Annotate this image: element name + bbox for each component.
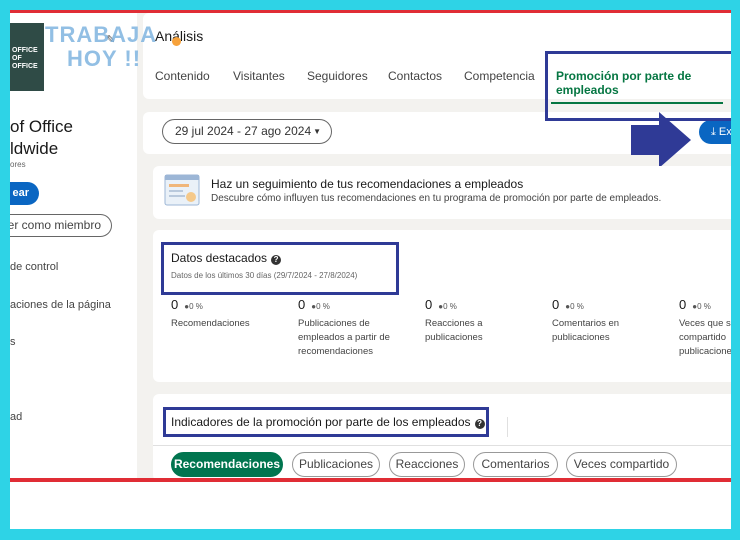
- sidebar-item-3[interactable]: s: [10, 336, 16, 348]
- metric-comments: 0 ●0 % Comentarios en publicaciones: [552, 296, 652, 345]
- company-name-line-2: ldwide: [10, 139, 59, 158]
- page-content: OFFICE OF OFFICE of Office ldwide ores e…: [10, 13, 731, 478]
- metric-recommendations: 0 ●0 % Recomendaciones: [171, 296, 291, 331]
- create-button[interactable]: ear: [10, 182, 39, 205]
- metric-change: ●0 %: [565, 302, 584, 311]
- tab-contactos[interactable]: Contactos: [388, 69, 442, 83]
- company-logo[interactable]: OFFICE OF OFFICE: [10, 23, 44, 91]
- tab-competencia[interactable]: Competencia: [464, 69, 535, 83]
- divider: [507, 417, 508, 437]
- metric-employee-posts: 0 ●0 % Publicaciones de empleados a parti…: [298, 296, 398, 359]
- export-label: Exp: [718, 126, 731, 138]
- metric-label: Recomendaciones: [171, 318, 250, 329]
- pill-shares[interactable]: Veces compartido: [566, 452, 677, 477]
- info-title: Haz un seguimiento de tus recomendacione…: [211, 177, 524, 191]
- date-range-value: 29 jul 2024 - 27 ago 2024: [175, 124, 312, 138]
- logo-text-1: OFFICE: [12, 47, 38, 54]
- metric-value: 0: [171, 297, 179, 312]
- sidebar-item-dashboard[interactable]: de control: [10, 261, 58, 273]
- watermark-dot: [172, 37, 181, 46]
- sidebar-item-page-publications[interactable]: aciones de la página: [10, 299, 111, 311]
- watermark-logo: TRABAJA HOY !!: [45, 22, 185, 71]
- metric-label: Veces que se compartido publicaciones: [679, 318, 731, 357]
- logo-text-3: OFFICE: [12, 63, 38, 70]
- metric-value: 0: [425, 297, 433, 312]
- annotation-box-indicators: [163, 407, 489, 437]
- download-icon: ⤓: [711, 126, 719, 138]
- logo-text-2: OF: [12, 55, 22, 62]
- metric-shares: 0 ●0 % Veces que se compartido publicacio…: [679, 296, 731, 359]
- pill-reactions[interactable]: Reacciones: [389, 452, 465, 477]
- metric-reactions: 0 ●0 % Reacciones a publicaciones: [425, 296, 525, 345]
- metric-value: 0: [298, 297, 306, 312]
- metric-change: ●0 %: [311, 302, 330, 311]
- pill-comments[interactable]: Comentarios: [473, 452, 558, 477]
- divider: [153, 445, 731, 446]
- left-sidebar: OFFICE OF OFFICE of Office ldwide ores e…: [10, 13, 137, 478]
- tab-seguidores[interactable]: Seguidores: [307, 69, 368, 83]
- view-as-member-button[interactable]: er como miembro: [10, 214, 112, 237]
- info-subtitle: Descubre cómo influyen tus recomendacion…: [211, 193, 662, 204]
- annotation-box-highlights: [161, 242, 399, 295]
- metric-value: 0: [552, 297, 560, 312]
- bottom-margin: [10, 482, 731, 529]
- date-range-dropdown[interactable]: 29 jul 2024 - 27 ago 2024 ▼: [162, 119, 332, 144]
- pill-publications[interactable]: Publicaciones: [292, 452, 380, 477]
- pill-recommendations[interactable]: Recomendaciones: [171, 452, 283, 477]
- watermark-line-1: TRABAJA: [45, 22, 158, 47]
- metric-value: 0: [679, 297, 687, 312]
- metric-label: Publicaciones de empleados a partir de r…: [298, 318, 390, 357]
- metric-change: ●0 %: [184, 302, 203, 311]
- company-name: of Office ldwide: [10, 116, 137, 160]
- screenshot-frame: OFFICE OF OFFICE of Office ldwide ores e…: [10, 10, 731, 529]
- export-button[interactable]: ⤓ Exp: [699, 120, 731, 144]
- tab-contenido[interactable]: Contenido: [155, 69, 210, 83]
- metric-label: Comentarios en publicaciones: [552, 318, 620, 343]
- followers-count: ores: [10, 160, 26, 169]
- metric-change: ●0 %: [692, 302, 711, 311]
- sidebar-item-4[interactable]: ad: [10, 411, 22, 423]
- tab-visitantes[interactable]: Visitantes: [233, 69, 285, 83]
- metric-label: Reacciones a publicaciones: [425, 318, 483, 343]
- report-illustration-icon: [164, 174, 200, 206]
- chevron-down-icon: ▼: [313, 127, 321, 136]
- metric-change: ●0 %: [438, 302, 457, 311]
- watermark-line-2: HOY !!: [67, 46, 142, 71]
- annotation-box-tab: [545, 51, 731, 121]
- company-name-line-1: of Office: [10, 117, 73, 136]
